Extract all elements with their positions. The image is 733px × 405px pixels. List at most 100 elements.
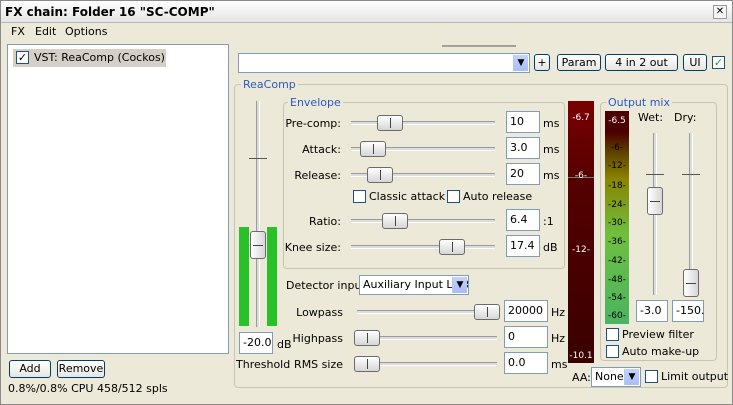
precomp-track[interactable] <box>351 121 495 125</box>
param-button[interactable]: Param <box>557 54 601 71</box>
output-scale-label: -48- <box>608 275 626 285</box>
window-title: FX chain: Folder 16 "SC-COMP" <box>5 5 215 19</box>
attack-knob[interactable] <box>360 141 386 157</box>
gr-meter-top-label: -6.7 <box>572 113 590 123</box>
threshold-track[interactable] <box>256 101 260 327</box>
highpass-value[interactable]: 0 <box>504 326 548 348</box>
classic-attack-checkbox[interactable] <box>353 190 366 203</box>
lowpass-knob[interactable] <box>474 304 500 320</box>
lowpass-label: Lowpass <box>296 306 343 319</box>
dry-value[interactable]: -150. <box>672 300 704 322</box>
gr-meter-label: -12- <box>572 245 590 255</box>
threshold-knob[interactable] <box>250 231 266 259</box>
wet-tick <box>646 174 664 175</box>
gr-meter-label: -6- <box>574 171 588 181</box>
output-scale-label: -24- <box>608 200 626 210</box>
rms-unit: ms <box>551 358 568 371</box>
routing-button[interactable]: 4 in 2 out <box>605 54 678 71</box>
fx-enable-checkbox[interactable]: ✓ <box>16 51 29 64</box>
close-button[interactable]: ✕ <box>713 5 727 19</box>
output-scale-label: -6- <box>610 143 624 153</box>
wet-knob[interactable] <box>647 187 663 215</box>
limit-output-checkbox[interactable] <box>645 370 658 383</box>
output-scale-label: -36- <box>608 237 626 247</box>
dry-knob[interactable] <box>683 269 699 297</box>
output-scale-label: -30- <box>608 218 626 228</box>
fx-list-item[interactable]: ✓ VST: ReaComp (Cockos) <box>13 49 166 67</box>
menu-options[interactable]: Options <box>65 25 107 38</box>
auto-makeup-checkbox[interactable] <box>606 345 619 358</box>
detector-label: Detector input: <box>286 279 370 292</box>
ratio-value[interactable]: 6.4 <box>506 209 540 231</box>
precomp-knob[interactable] <box>377 115 403 131</box>
preset-combo[interactable]: ▼ <box>238 53 530 73</box>
fx-list[interactable]: ✓ VST: ReaComp (Cockos) <box>7 44 229 354</box>
fx-item-label: VST: ReaComp (Cockos) <box>34 51 165 64</box>
rms-value[interactable]: 0.0 <box>504 352 548 374</box>
reacomp-title: ReaComp <box>241 78 298 91</box>
knee-label: Knee size: <box>284 241 341 254</box>
release-knob[interactable] <box>367 167 393 183</box>
attack-label: Attack: <box>302 143 341 156</box>
output-scale-label: -18- <box>608 181 626 191</box>
release-value[interactable]: 20 <box>506 163 540 185</box>
precomp-label: Pre-comp: <box>285 117 341 130</box>
chevron-down-icon: ▼ <box>452 277 467 293</box>
dry-label: Dry: <box>674 111 697 124</box>
aa-label: AA: <box>572 371 591 384</box>
output-scale-label: -12- <box>608 161 626 171</box>
precomp-value[interactable]: 10 <box>506 111 540 133</box>
gr-meter-bottom-label: -10.1 <box>569 351 593 361</box>
threshold-value[interactable]: -20.0 <box>239 332 273 354</box>
lowpass-unit: Hz <box>551 306 566 319</box>
knee-track[interactable] <box>351 245 495 249</box>
add-button[interactable]: Add <box>9 360 51 378</box>
ui-button[interactable]: UI <box>683 54 707 71</box>
menu-edit[interactable]: Edit <box>35 25 56 38</box>
preview-filter-checkbox[interactable] <box>606 328 619 341</box>
menu-fx[interactable]: FX <box>11 25 25 38</box>
rms-knob[interactable] <box>354 356 380 372</box>
knee-knob[interactable] <box>439 239 465 255</box>
threshold-meter-left <box>239 227 249 326</box>
top-splitter[interactable] <box>442 45 516 47</box>
preview-filter-label: Preview filter <box>622 328 694 341</box>
remove-button[interactable]: Remove <box>57 360 105 378</box>
ratio-track[interactable] <box>351 219 495 223</box>
output-scale-label: -60- <box>608 311 626 321</box>
release-unit: ms <box>543 169 560 182</box>
auto-release-label: Auto release <box>463 190 533 203</box>
attack-unit: ms <box>543 143 560 156</box>
limit-output-label: Limit output <box>661 370 729 383</box>
menu-bar: FX Edit Options <box>1 23 732 41</box>
output-scale-label: -42- <box>608 256 626 266</box>
dry-tick <box>682 174 700 175</box>
output-scale-label: -6.5 <box>608 116 626 126</box>
bypass-checkbox[interactable]: ✓ <box>712 56 725 69</box>
fx-chain-window: FX chain: Folder 16 "SC-COMP" ✕ FX Edit … <box>0 0 733 405</box>
ratio-label: Ratio: <box>309 215 341 228</box>
aa-value: None <box>595 370 624 383</box>
wet-value[interactable]: -3.0 <box>636 300 668 322</box>
threshold-tick <box>249 158 267 159</box>
envelope-title: Envelope <box>288 96 343 109</box>
gain-reduction-meter: -6.7 -6- -12- -10.1 <box>568 101 594 363</box>
highpass-unit: Hz <box>551 332 566 345</box>
plus-button[interactable]: + <box>534 54 550 71</box>
ratio-knob[interactable] <box>382 213 408 229</box>
knee-unit: dB <box>543 241 558 254</box>
detector-combo[interactable]: Auxiliary Input L+R ▼ <box>359 275 469 295</box>
highpass-knob[interactable] <box>354 330 380 346</box>
cpu-status: 0.8%/0.8% CPU 458/512 spls <box>8 382 168 395</box>
auto-makeup-label: Auto make-up <box>622 345 700 358</box>
highpass-label: Highpass <box>292 332 343 345</box>
attack-value[interactable]: 3.0 <box>506 137 540 159</box>
auto-release-checkbox[interactable] <box>447 190 460 203</box>
chevron-down-icon: ▼ <box>513 55 528 71</box>
precomp-unit: ms <box>543 117 560 130</box>
knee-value[interactable]: 17.4 <box>506 235 540 257</box>
output-meter: -6.5 -6- -12- -18- -24- -30- -36- -42- -… <box>605 111 629 324</box>
title-bar[interactable]: FX chain: Folder 16 "SC-COMP" ✕ <box>1 1 732 23</box>
lowpass-value[interactable]: 20000 <box>504 300 548 322</box>
aa-combo[interactable]: None ▼ <box>591 367 641 387</box>
